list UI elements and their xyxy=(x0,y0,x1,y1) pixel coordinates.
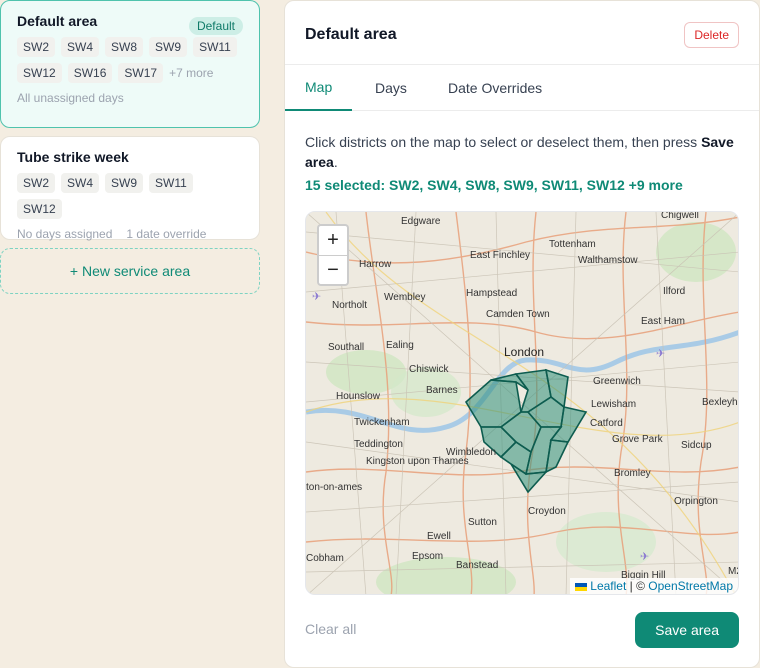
place-label: Teddington xyxy=(354,439,403,450)
place-label: Twickenham xyxy=(354,417,410,428)
date-overrides-count: 1 date override xyxy=(126,227,207,241)
place-label: Bexleyhe xyxy=(702,397,739,408)
selected-summary: 15 selected: SW2, SW4, SW8, SW9, SW11, S… xyxy=(305,177,683,193)
airport-icon: ✈ xyxy=(312,291,321,303)
place-label: Croydon xyxy=(528,506,566,517)
ukraine-flag-icon xyxy=(575,582,588,591)
place-label: Banstead xyxy=(456,560,498,571)
district-chip: SW16 xyxy=(67,63,113,83)
district-chip: SW2 xyxy=(17,37,56,57)
place-label: Edgware xyxy=(401,216,441,227)
zoom-out-button[interactable]: − xyxy=(319,255,347,284)
place-label: Ewell xyxy=(427,531,451,542)
place-label: Chiswick xyxy=(409,364,449,375)
place-label: Tottenham xyxy=(549,239,596,250)
map-attribution: Leaflet | © OpenStreetMap xyxy=(570,578,738,594)
place-label: Hounslow xyxy=(336,391,381,402)
district-chips: SW2 SW4 SW8 SW9 SW11 SW12 SW16 SW17 +7 m… xyxy=(17,37,237,83)
place-label: Wembley xyxy=(384,292,426,303)
place-label: M2 xyxy=(728,566,739,577)
area-card-default[interactable]: Default area Default SW2 SW4 SW8 SW9 SW1… xyxy=(0,0,260,128)
new-service-area-button[interactable]: + New service area xyxy=(0,248,260,294)
place-label: Catford xyxy=(590,418,623,429)
district-chips: SW2 SW4 SW9 SW11 SW12 xyxy=(17,173,237,219)
district-chip: SW17 xyxy=(118,63,164,83)
area-meta: All unassigned days xyxy=(17,91,243,105)
more-districts: +7 more xyxy=(169,66,214,80)
place-label: Lewisham xyxy=(591,399,636,410)
place-label: Sutton xyxy=(468,517,497,528)
area-editor-panel: Default area Delete Map Days Date Overri… xyxy=(284,0,760,668)
assigned-days: No days assigned xyxy=(17,227,113,241)
place-label: Ealing xyxy=(386,340,414,351)
place-label: Orpington xyxy=(674,496,718,507)
airport-icon: ✈ xyxy=(640,551,649,563)
place-label: Greenwich xyxy=(593,376,641,387)
district-map[interactable]: Edgware Chigwell Tottenham Harrow East F… xyxy=(305,211,739,595)
place-label: Southall xyxy=(328,342,364,353)
place-label: Northolt xyxy=(332,300,367,311)
place-label: Barnes xyxy=(426,385,458,396)
leaflet-link[interactable]: Leaflet xyxy=(590,579,626,593)
district-chip: SW9 xyxy=(105,173,144,193)
zoom-control: + − xyxy=(317,224,349,286)
district-chip: SW12 xyxy=(17,199,62,219)
osm-link[interactable]: OpenStreetMap xyxy=(648,579,733,593)
map-tiles: Edgware Chigwell Tottenham Harrow East F… xyxy=(306,212,739,594)
district-chip: SW9 xyxy=(149,37,188,57)
district-chip: SW8 xyxy=(105,37,144,57)
save-area-button[interactable]: Save area xyxy=(635,612,739,648)
place-label: East Finchley xyxy=(470,250,530,261)
place-label: London xyxy=(504,345,544,359)
zoom-in-button[interactable]: + xyxy=(319,226,347,255)
tab-date-overrides[interactable]: Date Overrides xyxy=(428,65,562,111)
place-label: Bromley xyxy=(614,468,651,479)
place-label: Chigwell xyxy=(661,212,699,221)
airport-icon: ✈ xyxy=(656,348,665,360)
delete-button[interactable]: Delete xyxy=(684,22,739,48)
place-label: Ilford xyxy=(663,286,685,297)
district-chip: SW2 xyxy=(17,173,56,193)
place-label: East Ham xyxy=(641,316,685,327)
tab-days[interactable]: Days xyxy=(355,65,427,111)
clear-all-button[interactable]: Clear all xyxy=(305,621,356,637)
place-label: Hampstead xyxy=(466,288,517,299)
place-label: Sidcup xyxy=(681,440,712,451)
place-label: Camden Town xyxy=(486,309,550,320)
district-chip: SW4 xyxy=(61,37,100,57)
assigned-days: All unassigned days xyxy=(17,91,124,105)
area-meta: No days assigned 1 date override xyxy=(17,227,243,241)
place-label: Grove Park xyxy=(612,434,664,445)
place-label: Harrow xyxy=(359,259,392,270)
place-label: ton-on-ames xyxy=(306,482,362,493)
area-name: Tube strike week xyxy=(17,149,129,165)
district-chip: SW11 xyxy=(193,37,237,57)
place-label: Wimbledon xyxy=(446,447,496,458)
place-label: Epsom xyxy=(412,551,443,562)
district-chip: SW12 xyxy=(17,63,62,83)
panel-title: Default area xyxy=(305,26,397,43)
district-chip: SW4 xyxy=(61,173,100,193)
place-label: Walthamstow xyxy=(578,255,638,266)
instruction-text: Click districts on the map to select or … xyxy=(305,134,734,170)
place-label: Cobham xyxy=(306,553,344,564)
area-card-tube-strike[interactable]: Tube strike week SW2 SW4 SW9 SW11 SW12 N… xyxy=(0,136,260,241)
default-badge: Default xyxy=(188,17,243,35)
district-chip: SW11 xyxy=(149,173,193,193)
tab-map[interactable]: Map xyxy=(285,65,353,111)
tab-bar: Map Days Date Overrides xyxy=(285,64,759,111)
